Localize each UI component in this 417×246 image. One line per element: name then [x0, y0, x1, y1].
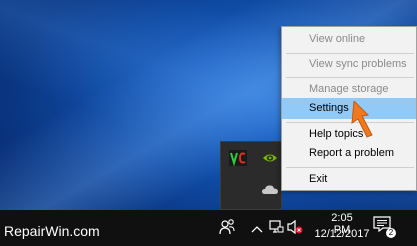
tray-overflow-flyout	[220, 141, 282, 210]
menu-item-help-topics[interactable]: Help topics	[282, 124, 416, 145]
nvidia-icon[interactable]	[261, 150, 279, 166]
onedrive-cloud-icon[interactable]	[261, 182, 279, 198]
menu-separator	[286, 77, 414, 78]
onedrive-context-menu: View online View sync problems Manage st…	[281, 26, 417, 191]
network-icon[interactable]	[268, 219, 284, 240]
notification-count-badge: 2	[386, 228, 396, 238]
menu-separator	[286, 167, 414, 168]
chevron-up-icon[interactable]	[250, 221, 264, 239]
menu-item-manage-storage[interactable]: Manage storage	[282, 79, 416, 100]
pointer-arrow-icon	[350, 99, 376, 144]
volume-muted-icon[interactable]	[286, 219, 304, 240]
watermark-text: RepairWin.com	[4, 223, 100, 239]
menu-item-exit[interactable]: Exit	[282, 169, 416, 190]
menu-item-report-a-problem[interactable]: Report a problem	[282, 143, 416, 164]
menu-item-view-online[interactable]: View online	[282, 29, 416, 50]
menu-item-view-sync-problems[interactable]: View sync problems	[282, 54, 416, 75]
app-vc-icon[interactable]	[229, 150, 247, 167]
people-icon[interactable]	[218, 218, 236, 241]
clock-date[interactable]: 12/12/2017	[311, 228, 373, 240]
menu-item-settings[interactable]: Settings	[282, 98, 416, 119]
